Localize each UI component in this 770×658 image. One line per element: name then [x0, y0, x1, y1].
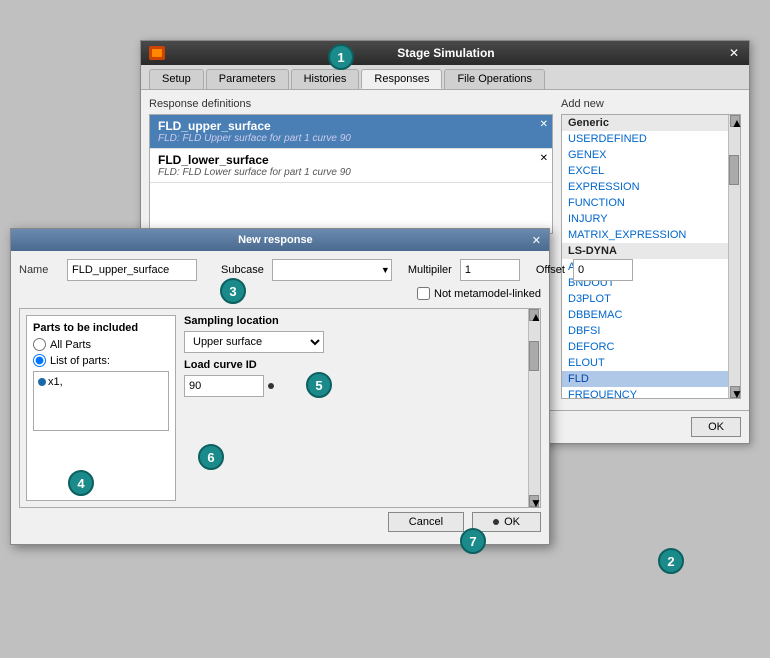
all-parts-radio-row: All Parts	[33, 338, 169, 351]
dialog-scroll-thumb[interactable]	[529, 341, 539, 371]
lower-content: Parts to be included All Parts List of p…	[20, 309, 528, 507]
scroll-thumb[interactable]	[729, 155, 739, 185]
add-new-item-13[interactable]: DBFSI	[562, 323, 728, 339]
load-curve-input[interactable]	[184, 375, 264, 397]
badge-4: 4	[68, 470, 94, 496]
dialog-scrollbar[interactable]: ▲ ▼	[528, 309, 540, 507]
not-metamodel-checkbox[interactable]	[417, 287, 430, 300]
lower-area: Parts to be included All Parts List of p…	[19, 308, 541, 508]
offset-input[interactable]	[573, 259, 633, 281]
parts-box-title: Parts to be included	[33, 322, 169, 334]
stage-window-titlebar: Stage Simulation ✕	[141, 41, 749, 65]
right-section: Sampling location Upper surface Lower su…	[184, 315, 522, 501]
not-metamodel-label: Not metamodel-linked	[434, 288, 541, 300]
dialog-ok-button[interactable]: OK	[472, 512, 541, 532]
add-new-scrollbar[interactable]: ▲ ▼	[728, 115, 740, 398]
add-new-item-0: Generic	[562, 115, 728, 131]
ok-label: OK	[504, 516, 520, 528]
badge-3: 3	[220, 278, 246, 304]
badge-5: 5	[306, 372, 332, 398]
list-parts-radio[interactable]	[33, 354, 46, 367]
part-item-label: x1,	[48, 376, 63, 388]
add-new-item-15[interactable]: ELOUT	[562, 355, 728, 371]
dialog-titlebar: New response ✕	[11, 229, 549, 251]
response-item-1[interactable]: FLD_lower_surface FLD: FLD Lower surface…	[150, 149, 552, 183]
offset-label: Offset	[536, 264, 565, 276]
badge-2: 2	[658, 548, 684, 574]
name-label: Name	[19, 264, 59, 276]
dialog-scroll-down[interactable]: ▼	[529, 495, 539, 507]
load-curve-row: Load curve ID	[184, 359, 522, 397]
sampling-select[interactable]: Upper surface Lower surface Mid surface	[184, 331, 324, 353]
load-curve-label: Load curve ID	[184, 359, 522, 371]
badge-1: 1	[328, 44, 354, 70]
response-section-label: Response definitions	[149, 98, 553, 110]
dialog-title: New response	[19, 234, 532, 246]
add-new-label: Add new	[561, 98, 741, 110]
name-row: Name Subcase ▼ Multipiler Offset	[19, 259, 541, 281]
response-item-sub-0: FLD: FLD Upper surface for part 1 curve …	[158, 133, 544, 144]
response-item-name-1: FLD_lower_surface	[158, 153, 544, 167]
tab-file-operations[interactable]: File Operations	[444, 69, 545, 89]
checkbox-row: Not metamodel-linked	[19, 287, 541, 300]
dialog-body: Name Subcase ▼ Multipiler Offset Not met…	[11, 251, 549, 544]
dialog-scroll-up[interactable]: ▲	[529, 309, 539, 321]
add-new-item-7[interactable]: MATRIX_EXPRESSION	[562, 227, 728, 243]
add-new-item-12[interactable]: DBBEMAC	[562, 307, 728, 323]
multiplier-input[interactable]	[460, 259, 520, 281]
all-parts-label: All Parts	[50, 339, 91, 351]
response-item-close-1[interactable]: ✕	[540, 153, 548, 164]
scroll-down-arrow[interactable]: ▼	[730, 386, 740, 398]
add-new-item-3[interactable]: EXCEL	[562, 163, 728, 179]
response-item-0[interactable]: FLD_upper_surface FLD: FLD Upper surface…	[150, 115, 552, 149]
multiplier-label: Multipiler	[408, 264, 452, 276]
tab-responses[interactable]: Responses	[361, 69, 442, 89]
add-new-item-4[interactable]: EXPRESSION	[562, 179, 728, 195]
add-new-item-16[interactable]: FLD	[562, 371, 728, 387]
badge-7: 7	[460, 528, 486, 554]
ok-dot	[493, 519, 499, 525]
stage-window-title: Stage Simulation	[165, 46, 727, 60]
add-new-item-6[interactable]: INJURY	[562, 211, 728, 227]
tab-setup[interactable]: Setup	[149, 69, 204, 89]
add-new-list: Generic USERDEFINED GENEX EXCEL EXPRESSI…	[562, 115, 728, 398]
add-new-item-14[interactable]: DEFORC	[562, 339, 728, 355]
add-new-item-17[interactable]: FREQUENCY	[562, 387, 728, 398]
list-parts-label: List of parts:	[50, 355, 110, 367]
response-item-sub-1: FLD: FLD Lower surface for part 1 curve …	[158, 167, 544, 178]
stage-window-close[interactable]: ✕	[727, 46, 741, 60]
add-new-item-1[interactable]: USERDEFINED	[562, 131, 728, 147]
name-input[interactable]	[67, 259, 197, 281]
dialog-close-button[interactable]: ✕	[532, 234, 541, 247]
response-item-name-0: FLD_upper_surface	[158, 119, 544, 133]
add-new-section: Add new Generic USERDEFINED GENEX EXCEL …	[561, 98, 741, 402]
add-new-item-8: LS-DYNA	[562, 243, 728, 259]
all-parts-radio[interactable]	[33, 338, 46, 351]
response-item-close-0[interactable]: ✕	[540, 119, 548, 130]
add-new-item-2[interactable]: GENEX	[562, 147, 728, 163]
sampling-label: Sampling location	[184, 315, 522, 327]
app-icon	[149, 46, 165, 60]
stage-ok-button[interactable]: OK	[691, 417, 741, 437]
load-curve-dot	[268, 383, 274, 389]
tab-parameters[interactable]: Parameters	[206, 69, 289, 89]
part-dot	[38, 378, 46, 386]
tab-histories[interactable]: Histories	[291, 69, 360, 89]
cancel-button[interactable]: Cancel	[388, 512, 464, 532]
subcase-input[interactable]	[272, 259, 392, 281]
add-new-item-5[interactable]: FUNCTION	[562, 195, 728, 211]
parts-box: Parts to be included All Parts List of p…	[26, 315, 176, 501]
subcase-dropdown-icon[interactable]: ▼	[381, 265, 390, 275]
list-parts-radio-row: List of parts:	[33, 354, 169, 367]
parts-list-item-0: x1,	[38, 376, 164, 388]
tab-bar: Setup Parameters Histories Responses Fil…	[141, 65, 749, 90]
add-new-item-11[interactable]: D3PLOT	[562, 291, 728, 307]
new-response-dialog: New response ✕ Name Subcase ▼ Multipiler…	[10, 228, 550, 545]
parts-list-box: x1,	[33, 371, 169, 431]
scroll-up-arrow[interactable]: ▲	[730, 115, 740, 127]
subcase-label: Subcase	[221, 264, 264, 276]
response-list: FLD_upper_surface FLD: FLD Upper surface…	[149, 114, 553, 234]
badge-6: 6	[198, 444, 224, 470]
sampling-row: Sampling location Upper surface Lower su…	[184, 315, 522, 353]
